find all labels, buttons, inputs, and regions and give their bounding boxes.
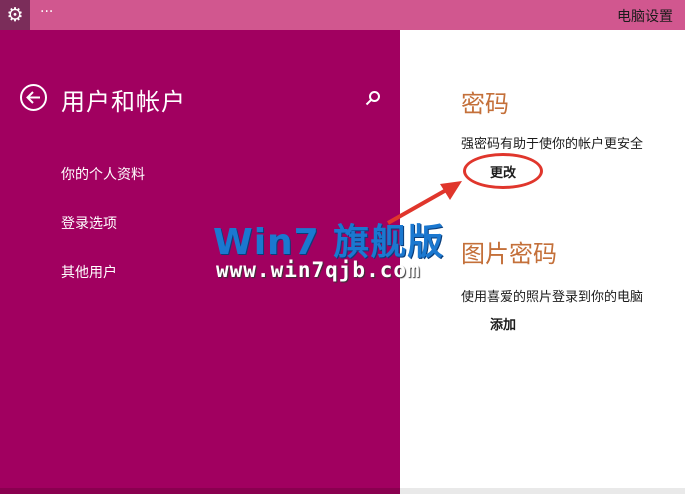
gear-icon: ⚙ <box>6 3 24 26</box>
back-button[interactable] <box>20 84 47 111</box>
title-bar: ⚙ ··· 电脑设置 <box>0 0 685 30</box>
watermark-url: www.win7qjb.com <box>216 258 421 282</box>
page-title: 用户和帐户 <box>61 88 186 116</box>
password-description: 强密码有助于使你的帐户更安全 <box>461 137 644 152</box>
overflow-menu-button[interactable]: ··· <box>40 4 53 20</box>
app-title: 电脑设置 <box>617 9 673 25</box>
add-picture-password-button[interactable]: 添加 <box>490 314 516 333</box>
bottom-edge-right <box>400 488 685 494</box>
search-icon <box>365 91 380 106</box>
annotation-ellipse <box>463 153 543 189</box>
sidebar-item-sign-in-options[interactable]: 登录选项 <box>61 213 117 233</box>
back-arrow-icon <box>26 91 40 104</box>
sidebar-item-other-users[interactable]: 其他用户 <box>61 262 117 282</box>
settings-button[interactable]: ⚙ <box>0 0 30 30</box>
picture-password-description: 使用喜爱的照片登录到你的电脑 <box>461 290 644 305</box>
search-button[interactable] <box>364 89 382 107</box>
password-title: 密码 <box>461 90 509 118</box>
sidebar-item-profile[interactable]: 你的个人资料 <box>61 164 145 184</box>
picture-password-title: 图片密码 <box>461 240 557 268</box>
